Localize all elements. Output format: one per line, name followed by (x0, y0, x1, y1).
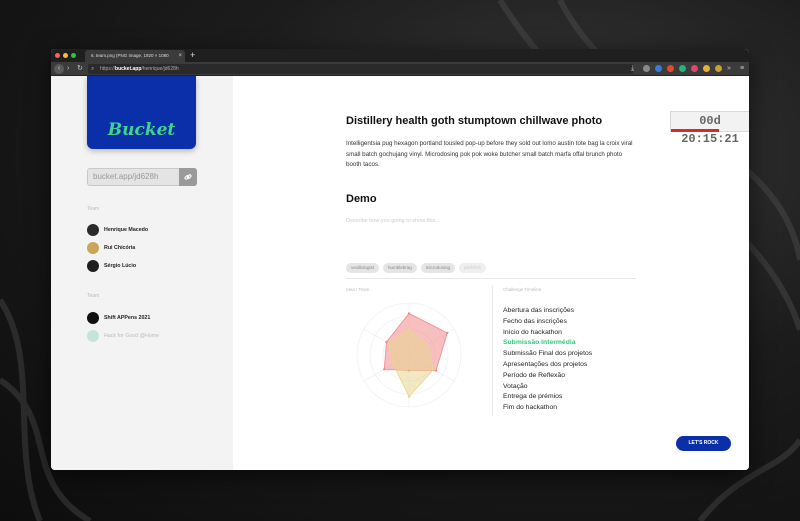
idea-team-radar-chart (356, 302, 462, 408)
timeline-item: Votação (503, 382, 528, 390)
team-section-label: Team (87, 206, 100, 212)
timer-progress-bar (671, 129, 720, 132)
copy-link-button[interactable] (179, 168, 197, 186)
team-member[interactable]: Sérgio Lúcio (87, 260, 136, 272)
timeline-item: Entrega de prémios (503, 393, 563, 401)
event-logo-icon (87, 312, 99, 324)
reload-icon[interactable]: ↻ (77, 64, 83, 74)
extension-icon[interactable] (691, 65, 698, 72)
divider (346, 278, 636, 279)
timeline-item: Período de Reflexão (503, 371, 565, 379)
timeline-item: Submissão Final dos projetos (503, 350, 593, 358)
events-section-label: Team (87, 293, 100, 299)
radar-point (407, 312, 411, 315)
tag[interactable]: humblebrag (383, 263, 417, 273)
challenge-timeline: Abertura das inscrições Fecho das inscriç… (503, 306, 592, 414)
event-logo-icon (87, 330, 99, 342)
link-icon (184, 174, 192, 180)
team-member[interactable]: Rui Chicória (87, 242, 135, 254)
hamburger-menu-icon[interactable]: ≡ (740, 64, 744, 74)
tab-bar: 6. team.png (PNG Image, 1920 × 1080 × + (51, 49, 749, 62)
timeline-item: Abertura das inscrições (503, 307, 575, 314)
timeline-item: Submissão Intermédia (503, 339, 576, 347)
radar-point (407, 327, 411, 331)
column-divider (492, 286, 493, 416)
close-window-button[interactable] (55, 53, 60, 58)
timeline-item: Fim do hackathon (503, 404, 558, 412)
page-title: Distillery health goth stumptown chillwa… (346, 115, 603, 127)
project-logo: Bucket (87, 76, 196, 149)
sidebar: Bucket bucket.app/jd628h Team Henrique M… (51, 76, 233, 470)
radar-point (392, 362, 395, 366)
timeline-item: Fecho das inscrições (503, 317, 567, 325)
download-icon[interactable]: ⤓ (631, 64, 634, 74)
event-name: Hack for Good @Home (104, 333, 160, 339)
tag[interactable]: vexillologist (346, 263, 380, 273)
radar-point (446, 331, 449, 335)
radar-point (434, 369, 438, 372)
overflow-icon[interactable]: » (727, 64, 731, 74)
browser-window: 6. team.png (PNG Image, 1920 × 1080 × + … (51, 49, 749, 470)
forward-arrow-icon[interactable]: › (67, 64, 69, 74)
browser-tab[interactable]: 6. team.png (PNG Image, 1920 × 1080 × (85, 50, 185, 62)
radar-point (407, 395, 411, 398)
event-item[interactable]: Hack for Good @Home (87, 330, 159, 342)
project-description: Intelligentsia pug hexagon portland tous… (346, 140, 633, 168)
extension-icon[interactable] (679, 65, 686, 72)
event-name: Shift APPens 2021 (104, 315, 151, 321)
extension-icon[interactable] (655, 65, 662, 72)
tag[interactable]: pitchfork (459, 263, 487, 273)
logo-text: Bucket (107, 120, 176, 140)
lets-rock-button[interactable]: LET'S ROCK (676, 436, 731, 451)
radar-point (387, 342, 390, 345)
avatar (87, 242, 99, 254)
member-name: Henrique Macedo (104, 227, 149, 233)
url-scheme: https:// (100, 66, 116, 72)
team-member[interactable]: Henrique Macedo (87, 224, 148, 236)
avatar (87, 224, 99, 236)
extension-icon[interactable] (643, 65, 650, 72)
demo-heading: Demo (346, 193, 377, 205)
share-link-text: bucket.app/jd628h (93, 172, 159, 181)
minimize-window-button[interactable] (63, 53, 68, 58)
radar-label: Idea / Team (346, 287, 370, 292)
tag[interactable]: microdosing (420, 263, 456, 273)
main-panel: Distillery health goth stumptown chillwa… (233, 76, 749, 470)
extension-icon[interactable] (703, 65, 710, 72)
page-content: Bucket bucket.app/jd628h Team Henrique M… (51, 76, 749, 470)
timeline-label: Challenge Timeline (503, 287, 542, 292)
tab-title: 6. team.png (PNG Image, 1920 × 1080 (91, 53, 169, 58)
url-bar[interactable]: ⌕ https://bucket.app/henrique/jd628h (88, 64, 633, 74)
radar-point (385, 340, 388, 344)
url-path: /henrique/jd628h (141, 66, 179, 72)
tag-list: vexillologist humblebrag microdosing pit… (346, 263, 487, 273)
url-host: bucket.app (115, 66, 142, 72)
timeline-item: Início do hackathon (503, 328, 562, 336)
extension-icon[interactable] (667, 65, 674, 72)
event-item[interactable]: Shift APPens 2021 (87, 312, 150, 324)
tab-close-icon[interactable]: × (178, 50, 182, 62)
search-icon: ⌕ (91, 66, 95, 72)
demo-input[interactable]: Describe how you going to show this... (346, 218, 440, 224)
new-tab-button[interactable]: + (190, 49, 195, 61)
radar-point (432, 368, 435, 371)
timeline-item: Apresentações dos projetos (503, 360, 588, 368)
member-name: Sérgio Lúcio (104, 263, 137, 269)
back-arrow-icon[interactable]: ‹ (54, 64, 64, 74)
avatar (87, 260, 99, 272)
nav-bar: ‹ › ↻ ⌕ https://bucket.app/henrique/jd62… (51, 62, 749, 76)
maximize-window-button[interactable] (71, 53, 76, 58)
extension-icon[interactable] (715, 65, 722, 72)
share-link-field[interactable]: bucket.app/jd628h (87, 168, 197, 186)
member-name: Rui Chicória (104, 245, 136, 251)
radar-point (425, 343, 429, 346)
countdown-timer: 00d 20:15:21 (670, 111, 749, 146)
radar-point (383, 368, 386, 371)
